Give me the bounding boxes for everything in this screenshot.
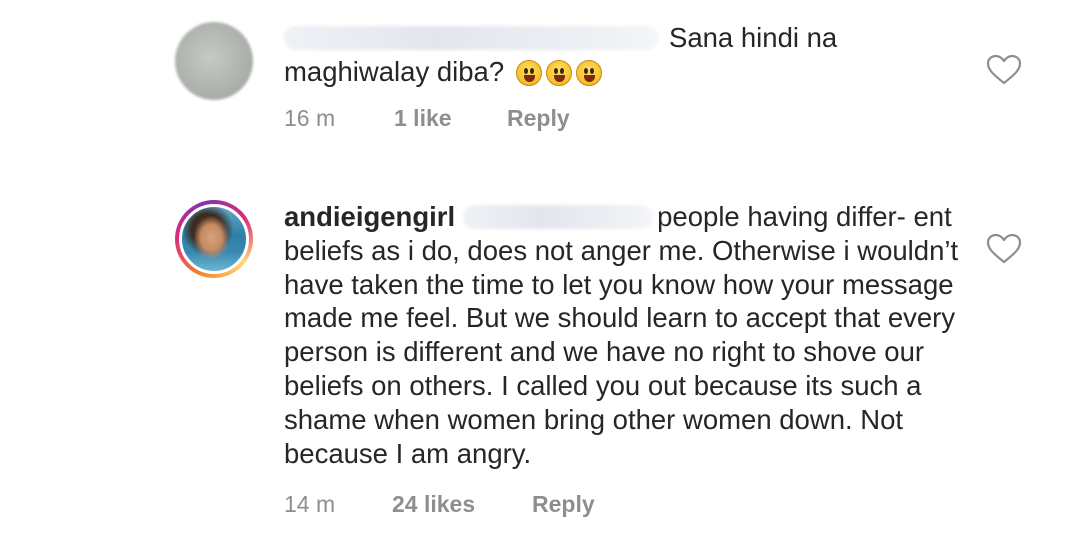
comment-meta: 14 m 24 likes Reply	[284, 491, 595, 518]
avatar[interactable]	[175, 22, 253, 100]
comment-likes[interactable]: 1 like	[394, 105, 507, 132]
reply-button[interactable]: Reply	[507, 105, 570, 132]
comment-time: 14 m	[284, 491, 336, 517]
comment-text: andieigengirl people having differ- ent b…	[284, 200, 964, 470]
comment-text-line2: maghiwalay diba?	[284, 55, 505, 87]
grinning-face-emoji-icon	[545, 59, 572, 86]
reply-button[interactable]: Reply	[532, 491, 595, 518]
comment-text: Sana hindi na maghiwalay diba?	[284, 21, 964, 89]
redacted-username	[284, 26, 659, 50]
comment-text-rest: ent beliefs as i do, does not anger me. …	[284, 201, 959, 469]
heart-outline-icon[interactable]	[986, 233, 1022, 265]
grinning-face-emoji-icon	[515, 59, 542, 86]
comment-text-line1: Sana hindi na	[669, 22, 838, 53]
comment-meta: 16 m 1 like Reply	[284, 105, 570, 132]
redacted-mention	[463, 205, 654, 229]
comment-likes[interactable]: 24 likes	[392, 491, 532, 518]
avatar[interactable]	[175, 200, 253, 278]
grinning-face-emoji-icon	[575, 59, 602, 86]
avatar-photo	[179, 204, 249, 274]
comment-username[interactable]: andieigengirl	[284, 201, 455, 232]
heart-outline-icon[interactable]	[986, 54, 1022, 86]
comment-time: 16 m	[284, 105, 336, 131]
comment-text-start: people having differ-	[657, 201, 906, 232]
